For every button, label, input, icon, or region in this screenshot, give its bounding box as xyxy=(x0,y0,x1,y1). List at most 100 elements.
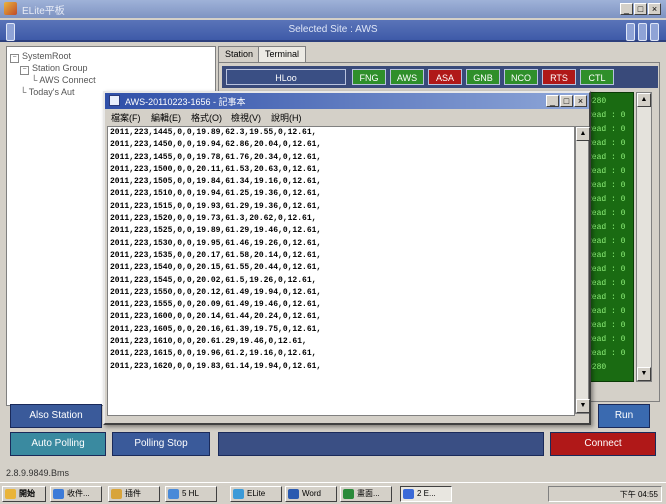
log-line: Read : 0 xyxy=(587,209,626,218)
tab-terminal[interactable]: Terminal xyxy=(258,46,307,63)
taskbar-item[interactable]: 2 E... xyxy=(400,486,452,502)
scroll-down-icon[interactable]: ▼ xyxy=(637,367,651,381)
notepad-line: 2011,223,1445,0,0,19.89,62.3,19.55,0,12.… xyxy=(110,128,317,137)
tree-node-group[interactable]: − Station Group xyxy=(20,63,88,75)
rts-button[interactable]: RTS xyxy=(542,69,576,85)
fng-button[interactable]: FNG xyxy=(352,69,386,85)
taskbar-item[interactable]: 畫面... xyxy=(340,486,392,502)
taskbar-item[interactable]: 插件 xyxy=(108,486,160,502)
log-line: Read : 0 xyxy=(587,153,626,162)
taskbar-item-label: 5 HL xyxy=(182,489,199,498)
notepad-line: 2011,223,1615,0,0,19.96,61.2,19.16,0,12.… xyxy=(110,349,317,359)
log-line: Read : 0 xyxy=(587,181,626,190)
notepad-line: 2011,223,1450,0,0,19.94,62.86,20.04,0,12… xyxy=(110,140,322,150)
menu-edit[interactable]: 編輯(E) xyxy=(151,111,181,124)
tree-node-today[interactable]: └ Today's Aut xyxy=(20,87,74,97)
log-line: Read : 0 xyxy=(587,265,626,274)
header-handle-right-2 xyxy=(638,23,647,41)
log-line: Read : 0 xyxy=(587,237,626,246)
notepad-text-area[interactable]: 2011,223,1445,0,0,19.89,62.3,19.55,0,12.… xyxy=(107,126,575,416)
run-button[interactable]: Run xyxy=(598,404,650,428)
app-icon xyxy=(403,489,414,499)
clock: 下午 04:55 xyxy=(619,490,658,499)
minimize-button[interactable]: _ xyxy=(620,3,633,15)
start-button[interactable]: 開始 xyxy=(2,486,46,502)
notepad-title-bar[interactable]: AWS-20110223-1656 - 記事本 _ □ × xyxy=(105,93,589,109)
log-line: Read : 0 xyxy=(587,307,626,316)
window-title: ELite平板 xyxy=(22,6,65,17)
app-icon xyxy=(233,489,244,499)
tree-node-root[interactable]: − SystemRoot xyxy=(10,51,71,63)
notepad-line: 2011,223,1550,0,0,20.12,61.49,19.94,0,12… xyxy=(110,287,322,297)
taskbar-item[interactable]: Word xyxy=(285,486,337,502)
taskbar-item[interactable]: ELite xyxy=(230,486,282,502)
notepad-line: 2011,223,1515,0,0,19.93,61.29,19.36,0,12… xyxy=(110,201,322,211)
notepad-window[interactable]: AWS-20110223-1656 - 記事本 _ □ × 檔案(F) 編輯(E… xyxy=(103,91,591,425)
log-line: Read : 0 xyxy=(587,167,626,176)
tab-station[interactable]: Station xyxy=(218,46,261,63)
notepad-line: 2011,223,1525,0,0,19.89,61.29,19.46,0,12… xyxy=(110,226,322,236)
windows-icon xyxy=(5,489,16,499)
app-icon xyxy=(111,489,122,499)
notepad-minimize-button[interactable]: _ xyxy=(546,95,559,107)
menu-help[interactable]: 說明(H) xyxy=(271,111,302,124)
menu-file[interactable]: 檔案(F) xyxy=(111,111,141,124)
auto-polling-button[interactable]: Auto Polling xyxy=(10,432,106,456)
notepad-line: 2011,223,1455,0,0,19.78,61.76,20.34,0,12… xyxy=(110,152,322,162)
notepad-title: AWS-20110223-1656 - 記事本 xyxy=(125,97,246,107)
log-line: Read : 0 xyxy=(587,251,626,260)
log-line: Read : 0 xyxy=(587,293,626,302)
close-button[interactable]: × xyxy=(648,3,661,15)
taskbar-item[interactable]: 收件... xyxy=(50,486,102,502)
taskbar-item-label: Word xyxy=(302,489,321,498)
menu-format[interactable]: 格式(O) xyxy=(191,111,222,124)
aws-button[interactable]: AWS xyxy=(390,69,424,85)
log-line: Read : 0 xyxy=(587,321,626,330)
notepad-vertical-scrollbar[interactable]: ▲ ▼ xyxy=(575,126,590,414)
taskbar-item-label: ELite xyxy=(247,489,266,498)
maximize-button[interactable]: □ xyxy=(634,3,647,15)
taskbar-item-label: 收件... xyxy=(67,489,90,498)
collapse-icon[interactable]: − xyxy=(20,66,29,75)
log-scrollbar[interactable]: ▲ ▼ xyxy=(636,92,652,382)
log-line: Read : 0 xyxy=(587,279,626,288)
notepad-line: 2011,223,1540,0,0,20.15,61.55,20.44,0,12… xyxy=(110,263,322,273)
station-toolbar: HLoo FNG AWS ASA GNB NCO RTS CTL xyxy=(222,66,658,88)
log-line: Read : 0 xyxy=(587,335,626,344)
window-title-bar: ELite平板 _ □ × xyxy=(0,0,666,18)
app-icon xyxy=(343,489,354,499)
log-line: Read : 0 xyxy=(587,139,626,148)
nco-button[interactable]: NCO xyxy=(504,69,538,85)
gnb-button[interactable]: GNB xyxy=(466,69,500,85)
collapse-icon[interactable]: − xyxy=(10,54,19,63)
app-icon xyxy=(288,489,299,499)
log-line: Read : 0 xyxy=(587,223,626,232)
notepad-lines: 2011,223,1445,0,0,19.89,62.3,19.55,0,12.… xyxy=(108,127,574,373)
notepad-close-button[interactable]: × xyxy=(574,95,587,107)
log-line: Read : 0 xyxy=(587,111,626,120)
polling-stop-button[interactable]: Polling Stop xyxy=(112,432,210,456)
selected-site-label: Selected Site : AWS xyxy=(288,24,378,35)
coordinates-readout: 2.8.9.9849.Bms xyxy=(6,468,70,478)
taskbar-item[interactable]: 5 HL xyxy=(165,486,217,502)
menu-view[interactable]: 檢視(V) xyxy=(231,111,261,124)
tree-node-aws[interactable]: └ AWS Connect xyxy=(31,75,96,85)
header-handle-right-3 xyxy=(650,23,659,41)
notepad-line: 2011,223,1605,0,0,20.16,61.39,19.75,0,12… xyxy=(110,324,322,334)
app-icon xyxy=(168,489,179,499)
also-station-button[interactable]: Also Station xyxy=(10,404,102,428)
asa-button[interactable]: ASA xyxy=(428,69,462,85)
station-name-button[interactable]: HLoo xyxy=(226,69,346,85)
notepad-line: 2011,223,1505,0,0,19.84,61.34,19.16,0,12… xyxy=(110,177,322,187)
log-line: Read : 0 xyxy=(587,349,626,358)
notepad-line: 2011,223,1530,0,0,19.95,61.46,19.26,0,12… xyxy=(110,238,322,248)
connect-button[interactable]: Connect xyxy=(550,432,656,456)
scroll-up-icon[interactable]: ▲ xyxy=(637,93,651,107)
scroll-down-icon[interactable]: ▼ xyxy=(576,399,590,413)
ctl-button[interactable]: CTL xyxy=(580,69,614,85)
terminal-log: 0280 Read : 0 Read : 0 Read : 0 Read : 0 Read… xyxy=(584,92,634,382)
header-handle-right-1 xyxy=(626,23,635,41)
notepad-maximize-button[interactable]: □ xyxy=(560,95,573,107)
scroll-up-icon[interactable]: ▲ xyxy=(576,127,590,141)
notepad-line: 2011,223,1500,0,0,20.11,61.53,20.63,0,12… xyxy=(110,164,322,174)
